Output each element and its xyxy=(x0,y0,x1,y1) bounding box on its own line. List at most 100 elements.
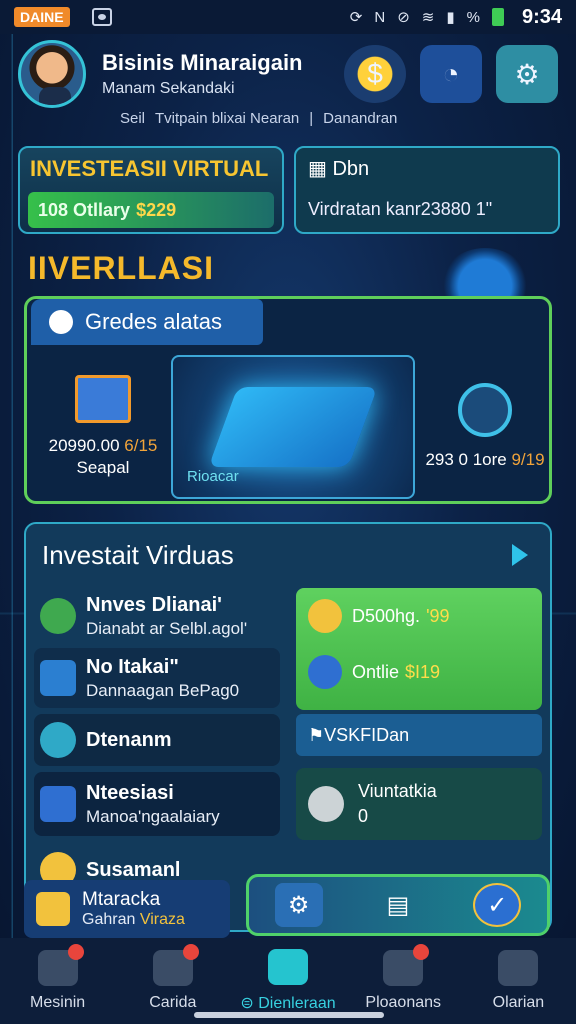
cog-person-icon[interactable]: ⚙ xyxy=(274,883,323,927)
vskf-label: VSKFIDan xyxy=(324,724,410,745)
list-item-title: No Itakai" xyxy=(86,655,179,678)
tab-grades[interactable]: Gredes alatas xyxy=(31,299,263,345)
mtaracka-sub: Gahran xyxy=(82,911,136,928)
left-stat-value: 20990.00 xyxy=(48,436,120,455)
visit-box[interactable]: Viuntatkia 0 xyxy=(296,768,542,840)
mtaracka-card[interactable]: Mtaracka Gahran Viraza xyxy=(24,880,230,938)
list-item-title: Nnves Dlianai' xyxy=(86,593,222,616)
wallet-icon xyxy=(36,892,70,926)
page-title: Bisinis Minaraigain xyxy=(102,50,303,75)
nav-item-settings[interactable]: Olarian xyxy=(461,938,576,1024)
earnings-line1: D500hg. xyxy=(352,605,421,626)
home-indicator[interactable] xyxy=(194,1012,384,1018)
tab-grades-label: Gredes alatas xyxy=(85,309,222,334)
flag-icon: ⚑ xyxy=(308,724,325,745)
globe-icon xyxy=(40,598,76,634)
battery-icon xyxy=(491,8,504,26)
person-icon xyxy=(40,722,76,758)
subnav: Seil Tvitpain blixai Nearan | Danandran xyxy=(120,110,398,127)
isometric-board-icon xyxy=(208,387,378,467)
clipboard-icon[interactable]: ▤ xyxy=(374,883,422,927)
virtual-invest-amount: $229 xyxy=(136,199,177,220)
avatar[interactable] xyxy=(18,40,86,108)
invest-panel: Investait Virduas Nnves Dlianai' Dianabt… xyxy=(24,522,552,932)
search-coin-icon xyxy=(308,655,342,689)
right-stat[interactable]: 293 0 1ore 9/19 xyxy=(419,355,551,499)
list-item[interactable]: Nnves Dlianai' Dianabt ar Selbl.agol' xyxy=(34,588,280,644)
subnav-item-danandran[interactable]: Danandran xyxy=(323,110,397,127)
app-header: Bisinis Minaraigain Manam Sekandaki $ ◔ … xyxy=(18,36,558,112)
dbn-value: Virdratan kanr23880 1" xyxy=(308,199,493,219)
coin-badge-icon[interactable]: $ xyxy=(344,45,406,103)
nav-active-dot: ⊜ xyxy=(240,995,259,1012)
nav-label: Carida xyxy=(149,994,197,1011)
list-item-sub: Dianabt ar Selbl.agol' xyxy=(86,618,248,638)
pin-icon xyxy=(308,786,344,822)
status-icons: ⟳ N ⊘ ≋ ▮ % 9:34 xyxy=(350,6,562,29)
carrier-label: DAINE xyxy=(14,7,70,27)
nav-item-home[interactable]: Mesinin xyxy=(0,938,115,1024)
signal-icon: ▮ xyxy=(446,9,455,26)
chart-bulb-icon[interactable]: ◔ xyxy=(420,45,482,103)
virtual-invest-card[interactable]: INVESTEASII VIRTUAL 108 Otllary $229 xyxy=(18,146,284,234)
center-illustration[interactable]: Rioacar xyxy=(171,355,415,499)
nav-label: Ploaonans xyxy=(365,994,442,1011)
quick-tools: ⚙ ▤ ✓ xyxy=(246,874,550,936)
list-item-title: Susamanl xyxy=(86,858,181,881)
coin-icon xyxy=(308,599,342,633)
right-stat-orange: 9/19 xyxy=(511,450,545,469)
subnav-item-seil[interactable]: Seil xyxy=(120,110,145,127)
earnings-line2-amount: $I19 xyxy=(405,661,441,682)
list-item[interactable]: Dtenanm xyxy=(34,714,280,766)
document-icon xyxy=(75,375,131,423)
cloud-icon xyxy=(152,944,199,986)
signal-off-icon: ⊘ xyxy=(397,9,410,26)
virtual-invest-value: 108 Otllary $229 xyxy=(28,192,274,228)
vskf-button[interactable]: ⚑ VSKFIDan xyxy=(296,714,542,756)
earnings-line2: Ontlie xyxy=(352,661,400,682)
virtual-invest-label: 108 Otllary xyxy=(38,199,131,220)
gear-icon xyxy=(498,950,539,986)
left-stat[interactable]: 20990.00 6/15 Seapal xyxy=(35,355,171,499)
clock: 9:34 xyxy=(521,5,562,28)
list-item-title: Nteesiasi xyxy=(86,781,174,804)
visit-title: Viuntatkia xyxy=(358,781,437,801)
dbn-title: Dbn xyxy=(332,158,370,180)
left-stat-caption: Seapal xyxy=(76,458,130,477)
list-item-title: Dtenanm xyxy=(86,728,172,751)
play-arrow-icon[interactable] xyxy=(512,544,528,566)
n-icon: N xyxy=(374,8,386,26)
mtaracka-title: Mtaracka xyxy=(82,889,161,910)
list-item[interactable]: No Itakai" Dannaagan BePag0 xyxy=(34,648,280,708)
shield-check-icon[interactable]: ✓ xyxy=(473,883,522,927)
play-icon xyxy=(49,310,73,334)
gear-icon[interactable]: ⚙ xyxy=(496,45,558,103)
earnings-line1-amount: '99 xyxy=(426,605,450,626)
nav-label: ⊜ Dienleraan xyxy=(240,995,336,1012)
page-subtitle: Manam Sekandaki xyxy=(102,80,235,97)
center-caption: Rioacar xyxy=(187,468,239,485)
card-icon xyxy=(40,660,76,696)
people-icon xyxy=(268,949,308,985)
right-stat-value: 293 0 1ore xyxy=(425,450,507,469)
subnav-item-tvitpain[interactable]: Tvitpain blixai Nearan xyxy=(155,110,299,127)
percent-icon: % xyxy=(466,8,480,26)
box-icon xyxy=(40,786,76,822)
nav-label: Olarian xyxy=(492,994,545,1011)
target-icon xyxy=(458,383,512,437)
list-item-sub: Manoa'ngaalaiary xyxy=(86,806,220,826)
doc-icon: ▦ xyxy=(308,158,333,180)
gallery-icon xyxy=(91,8,112,26)
status-bar: DAINE ⟳ N ⊘ ≋ ▮ % 9:34 xyxy=(0,0,576,34)
dbn-card[interactable]: ▦ Dbn Virdratan kanr23880 1" xyxy=(294,146,560,234)
list-item[interactable]: Nteesiasi Manoa'ngaalaiary xyxy=(34,772,280,836)
overview-panel: Gredes alatas 20990.00 6/15 Seapal Rioac… xyxy=(24,296,552,504)
visit-value: 0 xyxy=(358,806,369,826)
wifi-icon: ≋ xyxy=(421,9,435,26)
document-icon xyxy=(383,944,430,986)
left-stat-orange: 6/15 xyxy=(124,436,158,455)
list-item-sub: Dannaagan BePag0 xyxy=(86,680,240,700)
sync-icon: ⟳ xyxy=(349,9,363,26)
earnings-box[interactable]: D500hg. '99 Ontlie $I19 xyxy=(296,588,542,710)
home-icon xyxy=(37,944,84,986)
